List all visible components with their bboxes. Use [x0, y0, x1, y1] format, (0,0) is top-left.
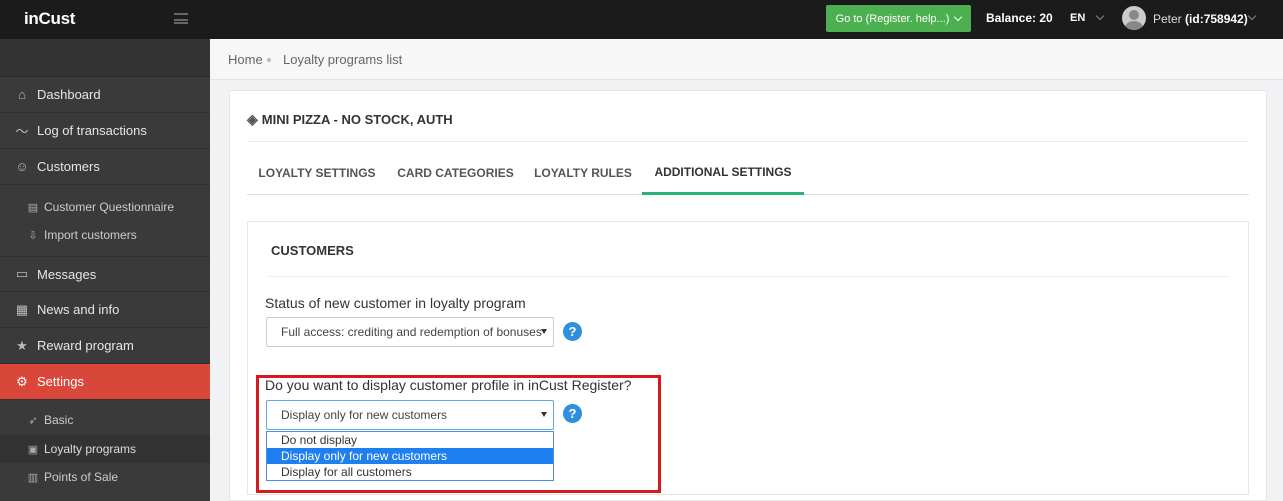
balance-value: 20: [1039, 11, 1053, 25]
sidebar-subitem-label: Customer Questionnaire: [44, 200, 175, 214]
star-icon: ★: [16, 337, 28, 353]
message-icon: ▭: [15, 266, 29, 281]
sidebar-subitem-basic[interactable]: ➶ Basic: [0, 406, 210, 434]
sidebar-subitem-label: Import customers: [44, 228, 137, 242]
sidebar-item-log-of-transactions[interactable]: 〜 Log of transactions: [0, 113, 210, 149]
building-icon: ▥: [27, 471, 39, 484]
breadcrumb-home[interactable]: Home: [228, 52, 263, 67]
status-select[interactable]: Full access: crediting and redemption of…: [266, 317, 554, 347]
sidebar-top-strip: [0, 39, 210, 77]
layers-icon: ◈: [247, 111, 258, 127]
sidebar-subitem-import-customers[interactable]: ⇩ Import customers: [0, 221, 210, 249]
briefcase-icon: ▣: [27, 443, 39, 456]
chart-line-icon: 〜: [15, 124, 29, 139]
user-chevron-icon[interactable]: [1247, 11, 1257, 21]
sidebar-item-messages[interactable]: ▭ Messages: [0, 256, 210, 292]
breadcrumb-separator: [267, 58, 271, 62]
goto-button-label: Go to (Register. help...): [835, 12, 950, 25]
language-selector[interactable]: EN: [1070, 12, 1085, 24]
users-icon: ☺: [15, 159, 29, 174]
divider: [268, 276, 1230, 277]
top-bar: inCust Go to (Register. help...) Balance…: [0, 0, 1283, 39]
sidebar-item-reward-program[interactable]: ★ Reward program: [0, 328, 210, 364]
status-field-label: Status of new customer in loyalty progra…: [265, 295, 526, 311]
balance-label: Balance:: [986, 11, 1037, 25]
sidebar-item-customers[interactable]: ☺ Customers: [0, 149, 210, 185]
gear-icon: ⚙: [16, 373, 28, 389]
goto-button[interactable]: Go to (Register. help...): [826, 5, 971, 32]
balance: Balance: 20: [986, 11, 1053, 25]
sidebar-item-label: Log of transactions: [37, 123, 147, 138]
sidebar-subitem-loyalty-programs[interactable]: ▣ Loyalty programs: [0, 435, 210, 463]
sidebar-item-label: News and info: [37, 302, 120, 317]
sidebar-subitem-label: Basic: [44, 413, 74, 427]
breadcrumb: Home Loyalty programs list: [210, 39, 1283, 80]
user-name: Peter: [1153, 12, 1182, 26]
tab-loyalty-rules[interactable]: LOYALTY RULES: [524, 151, 642, 195]
highlight-box: [256, 375, 661, 493]
page-title: ◈ MINI PIZZA - NO STOCK, AUTH: [247, 111, 453, 128]
breadcrumb-current: Loyalty programs list: [283, 52, 403, 67]
logo[interactable]: inCust: [24, 9, 75, 29]
newspaper-icon: ▦: [15, 301, 29, 317]
sidebar-subitem-label: Points of Sale: [44, 470, 119, 484]
chevron-down-icon: [954, 12, 963, 22]
sidebar-item-dashboard[interactable]: ⌂ Dashboard: [0, 77, 210, 113]
sidebar-item-label: Reward program: [37, 338, 134, 353]
sidebar-item-label: Customers: [37, 159, 100, 174]
sidebar-subitem-label: Loyalty programs: [44, 442, 137, 456]
sidebar-item-news-and-info[interactable]: ▦ News and info: [0, 292, 210, 328]
home-icon: ⌂: [18, 87, 26, 102]
tab-additional-settings[interactable]: ADDITIONAL SETTINGS: [642, 151, 804, 195]
status-select-value: Full access: crediting and redemption of…: [281, 325, 542, 339]
tab-card-categories[interactable]: CARD CATEGORIES: [387, 151, 524, 195]
sidebar-item-label: Settings: [37, 374, 84, 389]
help-icon[interactable]: ?: [563, 322, 582, 341]
sidebar-item-settings[interactable]: ⚙ Settings: [0, 364, 210, 400]
menu-toggle-icon[interactable]: [174, 13, 188, 24]
sidebar-subitem-points-of-sale[interactable]: ▥ Points of Sale: [0, 463, 210, 491]
sidebar-item-label: Dashboard: [37, 87, 101, 102]
divider: [247, 141, 1249, 142]
document-icon: ▤: [27, 201, 39, 214]
sidebar-item-label: Messages: [37, 266, 97, 282]
caret-down-icon: [541, 329, 547, 334]
tab-loyalty-settings[interactable]: LOYALTY SETTINGS: [247, 151, 387, 195]
help-glyph: ?: [568, 324, 577, 339]
sidebar-subitem-customer-questionnaire[interactable]: ▤ Customer Questionnaire: [0, 193, 210, 221]
language-chevron-icon[interactable]: [1095, 11, 1105, 21]
program-title: MINI PIZZA - NO STOCK, AUTH: [261, 112, 453, 127]
rocket-icon: ➶: [28, 414, 38, 427]
download-icon: ⇩: [28, 229, 38, 242]
avatar[interactable]: [1122, 6, 1146, 30]
user-menu[interactable]: Peter (id:758942): [1153, 12, 1248, 26]
tab-bar: LOYALTY SETTINGS CARD CATEGORIES LOYALTY…: [247, 151, 1249, 195]
user-id: (id:758942): [1185, 12, 1248, 26]
section-title: CUSTOMERS: [271, 243, 354, 258]
